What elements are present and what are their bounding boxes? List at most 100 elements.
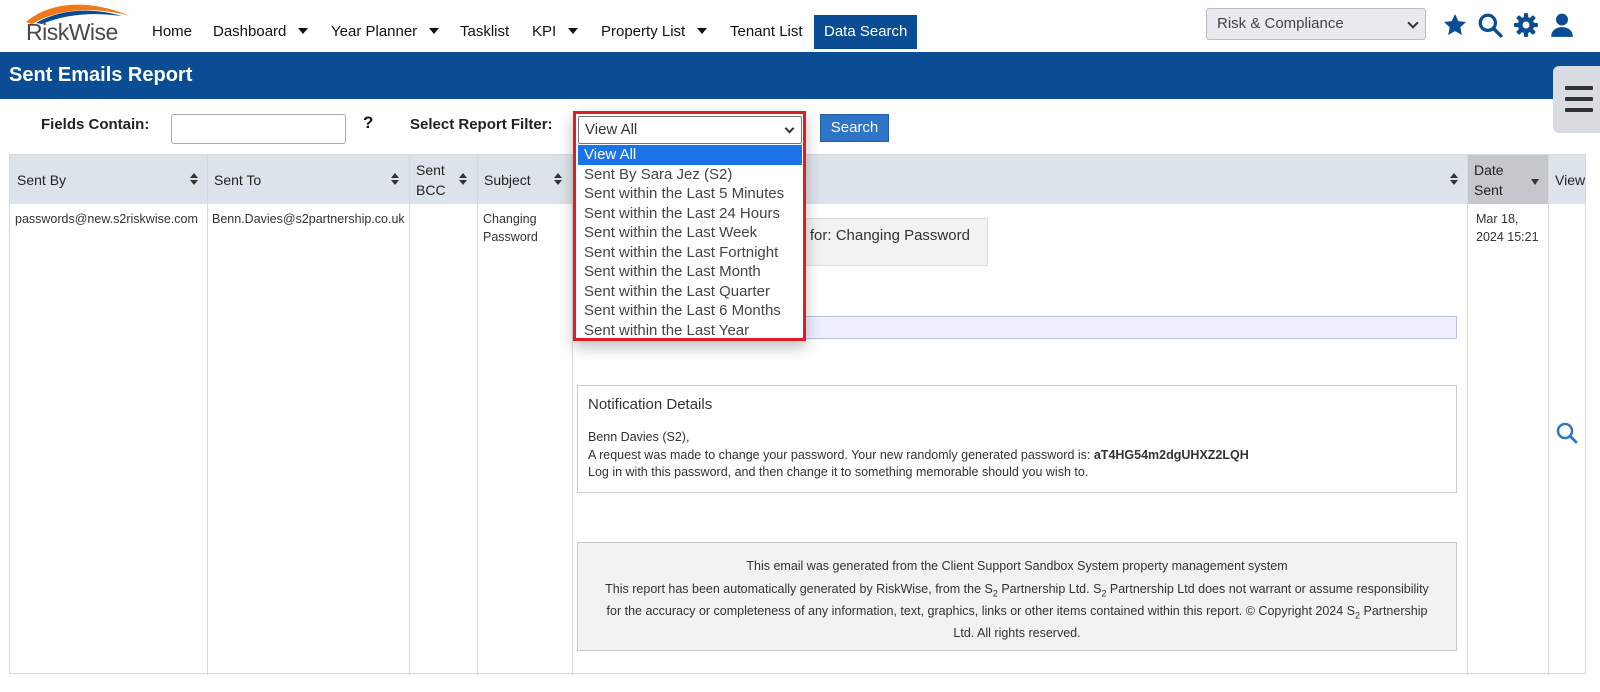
- report-filter-value: View All: [585, 121, 638, 138]
- nav-data-search[interactable]: Data Search: [814, 15, 918, 49]
- cell-subject-line1: Changing: [483, 212, 537, 226]
- cell-subject-line2: Password: [483, 230, 538, 244]
- caret-down-icon: [697, 28, 708, 35]
- page-title: Sent Emails Report: [9, 64, 193, 86]
- nav-kpi-label: KPI: [532, 23, 557, 40]
- nav-home-label: Home: [152, 23, 193, 40]
- nav-tenant-list-label: Tenant List: [730, 23, 803, 40]
- filter-option-last-quarter[interactable]: Sent within the Last Quarter: [578, 282, 802, 302]
- nav-tasklist-label: Tasklist: [460, 23, 510, 40]
- filter-option-sent-by-sara-jez[interactable]: Sent By Sara Jez (S2): [578, 165, 802, 185]
- nav-property-list-label: Property List: [601, 23, 686, 40]
- header-date-sent[interactable]: Date Sent: [1467, 155, 1548, 204]
- cell-date-line1: Mar 18,: [1476, 212, 1519, 226]
- cell-subject: Changing Password: [483, 210, 538, 246]
- sort-icon: [554, 173, 562, 185]
- header-view: View: [1548, 155, 1587, 204]
- chevron-down-icon: [1407, 17, 1419, 29]
- filter-option-last-year[interactable]: Sent within the Last Year: [578, 321, 802, 341]
- nav-year-planner-label: Year Planner: [331, 23, 418, 40]
- cell-date-line2: 2024 15:21: [1476, 230, 1539, 244]
- fields-contain-label: Fields Contain:: [41, 116, 150, 133]
- sort-desc-icon: [1531, 179, 1539, 185]
- header-sent-bcc-line2: BCC: [416, 181, 446, 198]
- header-sent-bcc-line1: Sent: [416, 161, 445, 178]
- report-filter-label: Select Report Filter:: [410, 116, 553, 133]
- report-filter-options: View All Sent By Sara Jez (S2) Sent with…: [578, 145, 802, 340]
- header-sent-to-label: Sent To: [214, 171, 262, 188]
- email-footer: This email was generated from the Client…: [577, 542, 1457, 651]
- search-icon[interactable]: [1477, 12, 1503, 38]
- hamburger-icon-bar: [1565, 97, 1593, 101]
- gear-icon[interactable]: [1513, 12, 1539, 38]
- user-icon[interactable]: [1549, 12, 1575, 38]
- header-sent-bcc-label: Sent BCC: [416, 160, 446, 200]
- nav-home[interactable]: Home: [150, 15, 194, 49]
- sort-icon: [391, 173, 399, 185]
- footer-line2: This report has been automatically gener…: [578, 581, 1456, 603]
- cell-sent-by: passwords@new.s2riskwise.com: [15, 212, 198, 226]
- filter-option-last-24-hours[interactable]: Sent within the Last 24 Hours: [578, 204, 802, 224]
- header-subject[interactable]: Subject: [477, 155, 572, 204]
- role-select[interactable]: Risk & Compliance: [1206, 8, 1426, 40]
- nav-kpi[interactable]: KPI: [530, 15, 580, 49]
- notification-body: Benn Davies (S2), A request was made to …: [588, 429, 1249, 482]
- nav-dashboard[interactable]: Dashboard: [211, 15, 310, 49]
- filter-option-last-fortnight[interactable]: Sent within the Last Fortnight: [578, 243, 802, 263]
- header-sent-bcc[interactable]: Sent BCC: [409, 155, 477, 204]
- search-button[interactable]: Search: [820, 114, 889, 142]
- nav-dashboard-label: Dashboard: [213, 23, 287, 40]
- caret-down-icon: [568, 28, 579, 35]
- sort-icon: [1450, 173, 1458, 185]
- column-divider: [409, 155, 410, 675]
- filter-option-last-5-minutes[interactable]: Sent within the Last 5 Minutes: [578, 184, 802, 204]
- footer-line3a: for the accuracy or completeness of any …: [606, 603, 1356, 618]
- fields-contain-input[interactable]: [171, 114, 346, 144]
- footer-line2c: Partnership Ltd does not warrant or assu…: [1106, 581, 1429, 596]
- side-menu-toggle[interactable]: [1553, 66, 1600, 133]
- cell-date-sent: Mar 18, 2024 15:21: [1476, 210, 1539, 246]
- nav-tenant-list[interactable]: Tenant List: [728, 15, 805, 49]
- notification-details-box: Notification Details Benn Davies (S2), A…: [577, 385, 1457, 493]
- riskwise-logo[interactable]: RiskWise: [22, 2, 134, 46]
- filter-option-last-week[interactable]: Sent within the Last Week: [578, 223, 802, 243]
- nav-tasklist[interactable]: Tasklist: [458, 15, 511, 49]
- nav-year-planner[interactable]: Year Planner: [329, 15, 441, 49]
- header-subject-label: Subject: [484, 171, 531, 188]
- view-search-icon[interactable]: [1555, 421, 1579, 445]
- filter-option-last-6-months[interactable]: Sent within the Last 6 Months: [578, 301, 802, 321]
- footer-line3b: Partnership: [1360, 603, 1428, 618]
- cell-sent-to: Benn.Davies@s2partnership.co.uk: [212, 212, 405, 226]
- notification-line1: A request was made to change your passwo…: [588, 447, 1249, 465]
- notification-line2: Log in with this password, and then chan…: [588, 465, 1089, 479]
- notification-greeting: Benn Davies (S2),: [588, 430, 690, 444]
- top-navigation: RiskWise Home Dashboard Year Planner Tas…: [0, 0, 1600, 52]
- sort-icon: [459, 173, 467, 185]
- filter-option-view-all[interactable]: View All: [578, 145, 802, 165]
- role-select-value: Risk & Compliance: [1217, 15, 1344, 32]
- star-icon[interactable]: [1442, 12, 1468, 38]
- header-sent-by[interactable]: Sent By: [10, 155, 207, 204]
- page-title-bar: Sent Emails Report: [0, 52, 1600, 99]
- column-divider: [477, 155, 478, 675]
- column-divider: [1467, 155, 1468, 675]
- hamburger-icon: [1565, 86, 1593, 90]
- header-date-sent-line1: Date: [1474, 161, 1504, 178]
- footer-line3: for the accuracy or completeness of any …: [578, 603, 1456, 625]
- header-view-label: View: [1555, 171, 1586, 188]
- nav-property-list[interactable]: Property List: [599, 15, 709, 49]
- hamburger-icon-bar: [1565, 108, 1593, 112]
- report-filter-dropdown: View All View All Sent By Sara Jez (S2) …: [573, 111, 806, 341]
- column-divider: [1548, 155, 1549, 675]
- header-sent-to[interactable]: Sent To: [207, 155, 409, 204]
- help-icon[interactable]: ?: [363, 113, 373, 133]
- report-filter-select[interactable]: View All: [578, 116, 802, 144]
- filter-option-last-month[interactable]: Sent within the Last Month: [578, 262, 802, 282]
- header-date-sent-line2: Sent: [1474, 181, 1503, 198]
- nav-data-search-label: Data Search: [824, 23, 908, 40]
- chevron-down-icon: [784, 123, 795, 134]
- email-subject-text: on for: Changing Password: [789, 227, 970, 244]
- footer-line2b: Partnership Ltd. S: [997, 581, 1102, 596]
- caret-down-icon: [429, 28, 440, 35]
- notification-heading: Notification Details: [588, 396, 713, 413]
